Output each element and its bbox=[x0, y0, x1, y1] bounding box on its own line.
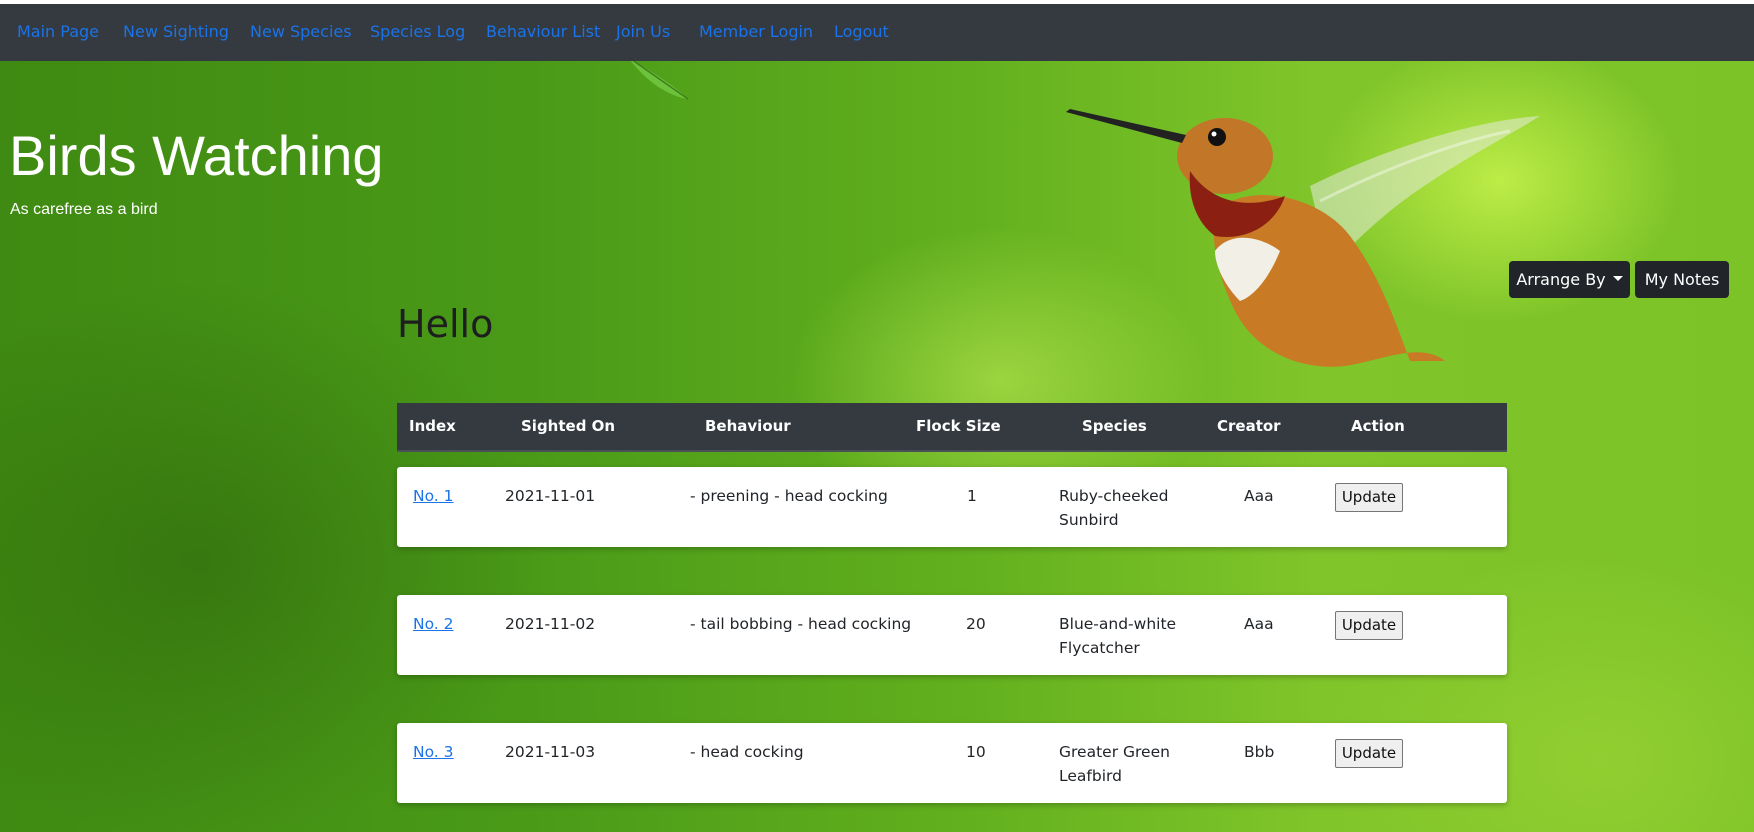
row-species: Greater Green Leafbird bbox=[1059, 743, 1170, 785]
arrange-by-label: Arrange By bbox=[1516, 270, 1606, 289]
table-row: No. 3 2021-11-03 - head cocking 10 Great… bbox=[397, 723, 1507, 803]
update-button[interactable]: Update bbox=[1335, 483, 1403, 512]
table-header: Index Sighted On Behaviour Flock Size Sp… bbox=[397, 403, 1507, 452]
hero-section: Birds Watching As carefree as a bird Arr… bbox=[0, 61, 1754, 832]
nav-main-page[interactable]: Main Page bbox=[17, 22, 99, 42]
nav-member-login[interactable]: Member Login bbox=[699, 22, 813, 42]
update-button[interactable]: Update bbox=[1335, 611, 1403, 640]
row-creator: Aaa bbox=[1244, 615, 1274, 633]
row-index-link[interactable]: No. 2 bbox=[413, 612, 454, 636]
update-button[interactable]: Update bbox=[1335, 739, 1403, 768]
row-index-link[interactable]: No. 1 bbox=[413, 484, 454, 508]
row-behaviour: - head cocking bbox=[690, 743, 804, 761]
col-action: Action bbox=[1351, 417, 1405, 435]
row-flock-size: 10 bbox=[966, 743, 986, 761]
main-navbar: Main Page New Sighting New Species Speci… bbox=[0, 4, 1754, 61]
nav-behaviour-list[interactable]: Behaviour List bbox=[486, 22, 600, 42]
greeting-heading: Hello bbox=[397, 302, 494, 346]
table-row: No. 2 2021-11-02 - tail bobbing - head c… bbox=[397, 595, 1507, 675]
row-date: 2021-11-02 bbox=[505, 615, 596, 633]
nav-new-sighting[interactable]: New Sighting bbox=[123, 22, 229, 42]
site-title: Birds Watching bbox=[9, 124, 384, 187]
my-notes-button[interactable]: My Notes bbox=[1635, 261, 1729, 298]
nav-new-species[interactable]: New Species bbox=[250, 22, 352, 42]
row-index-link[interactable]: No. 3 bbox=[413, 740, 454, 764]
row-species: Blue-and-white Flycatcher bbox=[1059, 615, 1177, 657]
row-flock-size: 20 bbox=[966, 615, 986, 633]
bird-eye-highlight bbox=[1211, 131, 1217, 137]
bird-eye bbox=[1208, 128, 1226, 146]
bird-beak bbox=[1066, 109, 1186, 143]
table-row: No. 1 2021-11-01 - preening - head cocki… bbox=[397, 467, 1507, 547]
caret-down-icon bbox=[1612, 276, 1623, 281]
row-creator: Bbb bbox=[1244, 743, 1275, 761]
row-flock-size: 1 bbox=[967, 487, 977, 505]
col-creator: Creator bbox=[1217, 417, 1281, 435]
col-behaviour: Behaviour bbox=[705, 417, 791, 435]
col-sighted-on: Sighted On bbox=[521, 417, 616, 435]
arrange-by-button[interactable]: Arrange By bbox=[1509, 261, 1630, 298]
row-date: 2021-11-01 bbox=[505, 487, 596, 505]
row-date: 2021-11-03 bbox=[505, 743, 596, 761]
col-flock-size: Flock Size bbox=[916, 417, 1001, 435]
row-creator: Aaa bbox=[1244, 487, 1274, 505]
row-species: Ruby-cheeked Sunbird bbox=[1059, 487, 1169, 529]
col-species: Species bbox=[1082, 417, 1147, 435]
nav-species-log[interactable]: Species Log bbox=[370, 22, 465, 42]
row-behaviour: - preening - head cocking bbox=[690, 487, 888, 505]
nav-join-us[interactable]: Join Us bbox=[616, 22, 670, 42]
col-index: Index bbox=[409, 417, 456, 435]
nav-logout[interactable]: Logout bbox=[834, 22, 889, 42]
row-behaviour: - tail bobbing - head cocking bbox=[690, 615, 912, 633]
site-tagline: As carefree as a bird bbox=[10, 201, 158, 218]
